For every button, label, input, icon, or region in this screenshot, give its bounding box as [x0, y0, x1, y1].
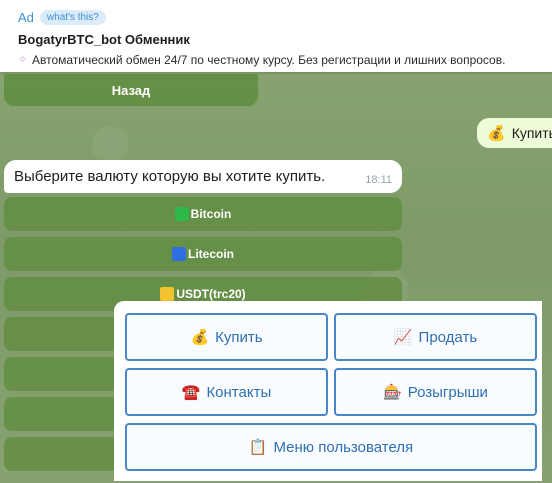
giveaways-button[interactable]: 🎰 Розыгрыши — [334, 368, 537, 416]
ad-label: Ad — [18, 10, 34, 25]
bitcoin-button-label: Bitcoin — [190, 207, 232, 221]
user-menu-button[interactable]: 📋 Меню пользователя — [125, 423, 537, 471]
sell-button[interactable]: 📈 Продать — [334, 313, 537, 361]
ad-description: ✧ Автоматический обмен 24/7 по честному … — [18, 53, 505, 67]
contacts-button[interactable]: ☎️ Контакты — [125, 368, 328, 416]
sparkle-icon: ✧ — [18, 54, 28, 66]
green-square-icon — [174, 207, 189, 221]
message-timestamp: 18:11 — [365, 173, 392, 186]
bitcoin-button[interactable]: Bitcoin — [4, 197, 402, 231]
outgoing-message-text: Купить — [511, 125, 552, 141]
ad-header: Ad what's this? — [18, 10, 106, 25]
phone-icon: ☎️ — [181, 383, 201, 401]
incoming-message: Выберите валюту которую вы хотите купить… — [4, 160, 402, 193]
money-bag-icon: 💰 — [487, 124, 506, 142]
slot-machine-icon: 🎰 — [383, 383, 402, 401]
whats-this-button[interactable]: what's this? — [39, 10, 106, 25]
contacts-button-label: Контакты — [206, 383, 272, 401]
reply-keyboard: 💰 Купить 📈 Продать ☎️ Контакты 🎰 Розыгры… — [114, 301, 542, 481]
buy-button-label: Купить — [215, 328, 263, 346]
usdt-button-label: USDT(trc20) — [176, 287, 246, 301]
giveaways-button-label: Розыгрыши — [407, 383, 488, 401]
yellow-square-icon — [160, 287, 175, 301]
incoming-message-text: Выберите валюту которую вы хотите купить… — [14, 168, 326, 185]
litecoin-button[interactable]: Litecoin — [4, 237, 402, 271]
outgoing-message: 💰 Купить — [477, 118, 552, 148]
clipboard-icon: 📋 — [248, 438, 268, 456]
back-button[interactable]: Назад — [4, 74, 258, 106]
ad-title: BogatyrBTC_bot Обменник — [18, 32, 190, 47]
user-menu-button-label: Меню пользователя — [273, 438, 414, 456]
blue-square-icon — [171, 247, 186, 261]
money-bag-icon: 💰 — [190, 328, 210, 346]
chart-increasing-icon: 📈 — [393, 328, 413, 346]
buy-button[interactable]: 💰 Купить — [125, 313, 328, 361]
ad-description-text: Автоматический обмен 24/7 по честному ку… — [32, 53, 506, 67]
litecoin-button-label: Litecoin — [187, 247, 234, 261]
sell-button-label: Продать — [418, 328, 478, 346]
sponsored-message[interactable]: Ad what's this? BogatyrBTC_bot Обменник … — [0, 0, 552, 72]
